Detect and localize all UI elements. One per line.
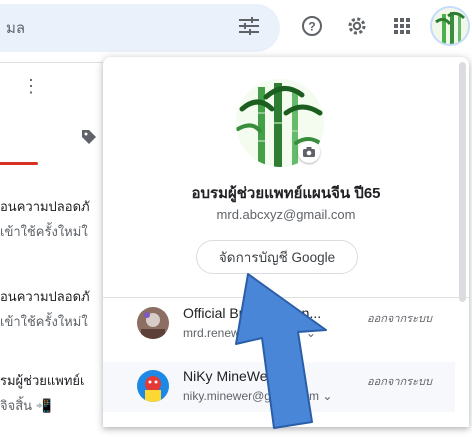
- phone-emoji-icon: 📲: [35, 398, 52, 413]
- account-name: อบรมผู้ช่วยแพทย์แผนจีน ปี65: [191, 185, 381, 202]
- divider: [0, 62, 103, 63]
- help-icon[interactable]: ?: [300, 14, 324, 38]
- mail-snippet: เข้าใช้ครั้งใหม่ใ: [0, 314, 88, 329]
- account-avatar: [137, 370, 169, 402]
- mail-snippet: เข้าใช้ครั้งใหม่ใ: [0, 224, 88, 239]
- account-avatar[interactable]: [430, 6, 470, 46]
- annotation-arrow-icon: [218, 272, 328, 432]
- search-input[interactable]: มล: [6, 16, 25, 40]
- mail-subject: รมผู้ช่วยแพทย์เ: [0, 373, 85, 388]
- settings-icon[interactable]: [345, 14, 369, 38]
- camera-icon[interactable]: [298, 141, 320, 163]
- mail-row[interactable]: อนความปลอดภั เข้าใช้ครั้งใหม่ใ: [0, 196, 90, 242]
- sign-out-link[interactable]: ออกจากระบบ: [367, 309, 432, 327]
- panel-scrollbar[interactable]: [459, 62, 466, 302]
- inbox-tab-indicator: [0, 162, 38, 165]
- manage-google-account-button[interactable]: จัดการบัญชี Google: [196, 240, 358, 274]
- svg-text:?: ?: [308, 20, 315, 34]
- apps-icon[interactable]: [390, 14, 414, 38]
- account-email: mrd.abcxyz@gmail.com: [216, 207, 356, 222]
- label-tag-icon[interactable]: [80, 128, 98, 146]
- mail-row[interactable]: รมผู้ช่วยแพทย์เ จิจสิ้น 📲: [0, 370, 85, 416]
- account-avatar: [137, 307, 169, 339]
- mail-subject: อนความปลอดภั: [0, 199, 90, 214]
- more-options-icon[interactable]: ⋮: [22, 76, 40, 97]
- mail-snippet: จิจสิ้น: [0, 398, 36, 413]
- tune-icon[interactable]: [238, 16, 260, 36]
- sign-out-link[interactable]: ออกจากระบบ: [367, 372, 432, 390]
- mail-subject: อนความปลอดภั: [0, 289, 90, 304]
- mail-row[interactable]: อนความปลอดภั เข้าใช้ครั้งใหม่ใ: [0, 286, 90, 332]
